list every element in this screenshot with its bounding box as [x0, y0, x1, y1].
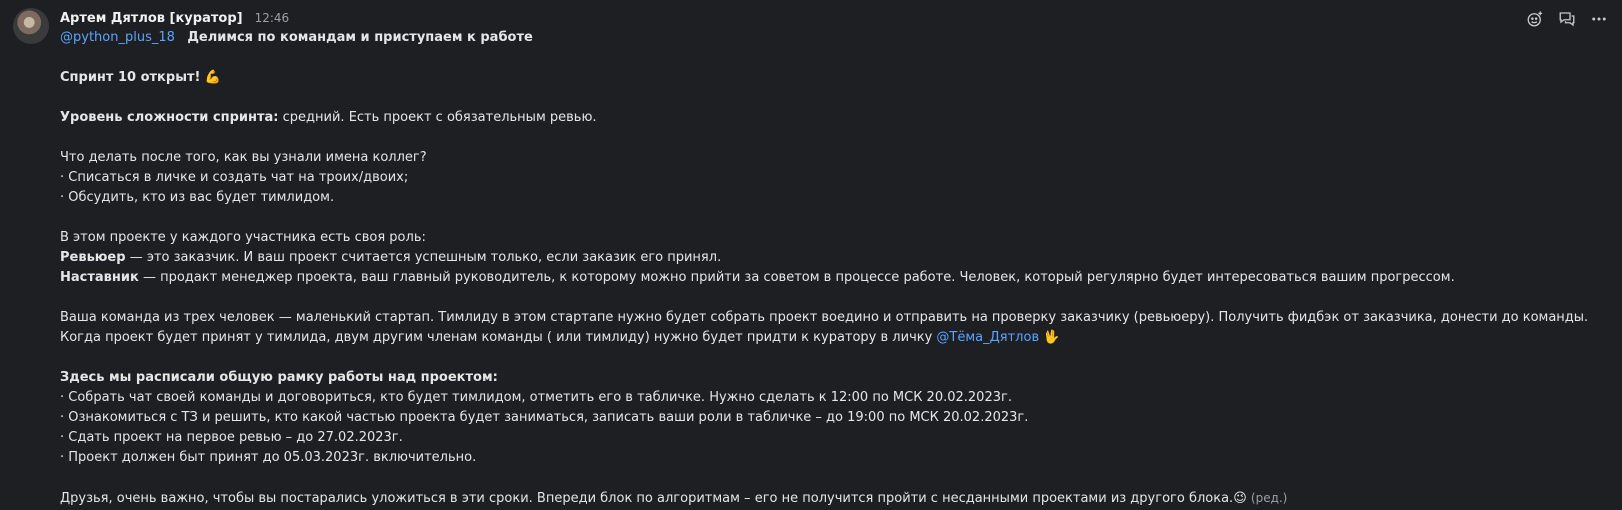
author-name[interactable]: Артем Дятлов [куратор] [60, 9, 243, 29]
sprint-title-line: Спринт 10 открыт! 💪 [60, 68, 1532, 88]
reply-thread-button[interactable] [1556, 8, 1578, 30]
vulcan-salute-emoji: 🖖 [1043, 330, 1060, 345]
message-subject: Делимся по командам и приступаем к работ… [187, 30, 533, 45]
frame-item: · Сдать проект на первое ревью – до 27.0… [60, 430, 403, 445]
reviewer-line: Ревьюер — это заказчик. И ваш проект счи… [60, 248, 1532, 268]
chat-message: Артем Дятлов [куратор] 12:46 @python_plu… [0, 0, 1622, 510]
message-time: 12:46 [254, 11, 290, 25]
message-header: Артем Дятлов [куратор] 12:46 [60, 8, 1532, 28]
add-reaction-button[interactable] [1524, 8, 1546, 30]
more-options-button[interactable] [1588, 8, 1610, 30]
more-icon [1592, 17, 1606, 21]
edited-marker: (ред.) [1250, 491, 1288, 505]
message-subject-line: @python_plus_18 Делимся по командам и пр… [60, 28, 1532, 48]
mentor-text: — продакт менеджер проекта, ваш главный … [138, 270, 1455, 285]
channel-mention[interactable]: @python_plus_18 [60, 30, 175, 45]
roles-intro: В этом проекте у каждого участника есть … [60, 230, 426, 245]
reviewer-label: Ревьюер [60, 250, 126, 265]
reviewer-text: — это заказчик. И ваш проект считается у… [125, 250, 722, 265]
frame-item: · Собрать чат своей команды и договорить… [60, 390, 1012, 405]
team-description-line: Ваша команда из трех человек — маленький… [60, 310, 1589, 325]
avatar[interactable] [13, 8, 49, 44]
final-text: Друзья, очень важно, чтобы вы постаралис… [60, 491, 1234, 506]
final-line: Друзья, очень важно, чтобы вы постаралис… [60, 488, 1532, 509]
step-item: · Списаться в личке и создать чат на тро… [60, 170, 409, 185]
frame-title: Здесь мы расписали общую рамку работы на… [60, 370, 498, 385]
frame-item: · Проект должен быт принят до 05.03.2023… [60, 450, 477, 465]
message-content: Артем Дятлов [куратор] 12:46 @python_plu… [60, 8, 1589, 509]
reply-thread-icon [1559, 12, 1575, 27]
message-actions [1524, 8, 1610, 30]
curator-mention[interactable]: @Тёма_Дятлов [936, 330, 1039, 345]
mentor-label: Наставник [60, 270, 139, 285]
flexed-biceps-emoji: 💪 [204, 70, 221, 85]
team-handoff-line: Когда проект будет принят у тимлида, дву… [60, 328, 1532, 348]
sprint-title: Спринт 10 открыт! [60, 70, 201, 85]
difficulty-text: средний. Есть проект с обязательным ревь… [278, 110, 597, 125]
frame-item: · Ознакомиться с ТЗ и решить, кто какой … [60, 410, 1029, 425]
difficulty-line: Уровень сложности спринта: средний. Есть… [60, 108, 1532, 128]
add-reaction-icon [1527, 11, 1543, 27]
mentor-line: Наставник — продакт менеджер проекта, ва… [60, 268, 1532, 288]
team-handoff-text: Когда проект будет принят у тимлида, дву… [60, 330, 937, 345]
difficulty-label: Уровень сложности спринта: [60, 110, 279, 125]
wink-emoji: 😉 [1233, 491, 1247, 506]
step-item: · Обсудить, кто из вас будет тимлидом. [60, 190, 335, 205]
what-to-do-question: Что делать после того, как вы узнали име… [60, 150, 427, 165]
